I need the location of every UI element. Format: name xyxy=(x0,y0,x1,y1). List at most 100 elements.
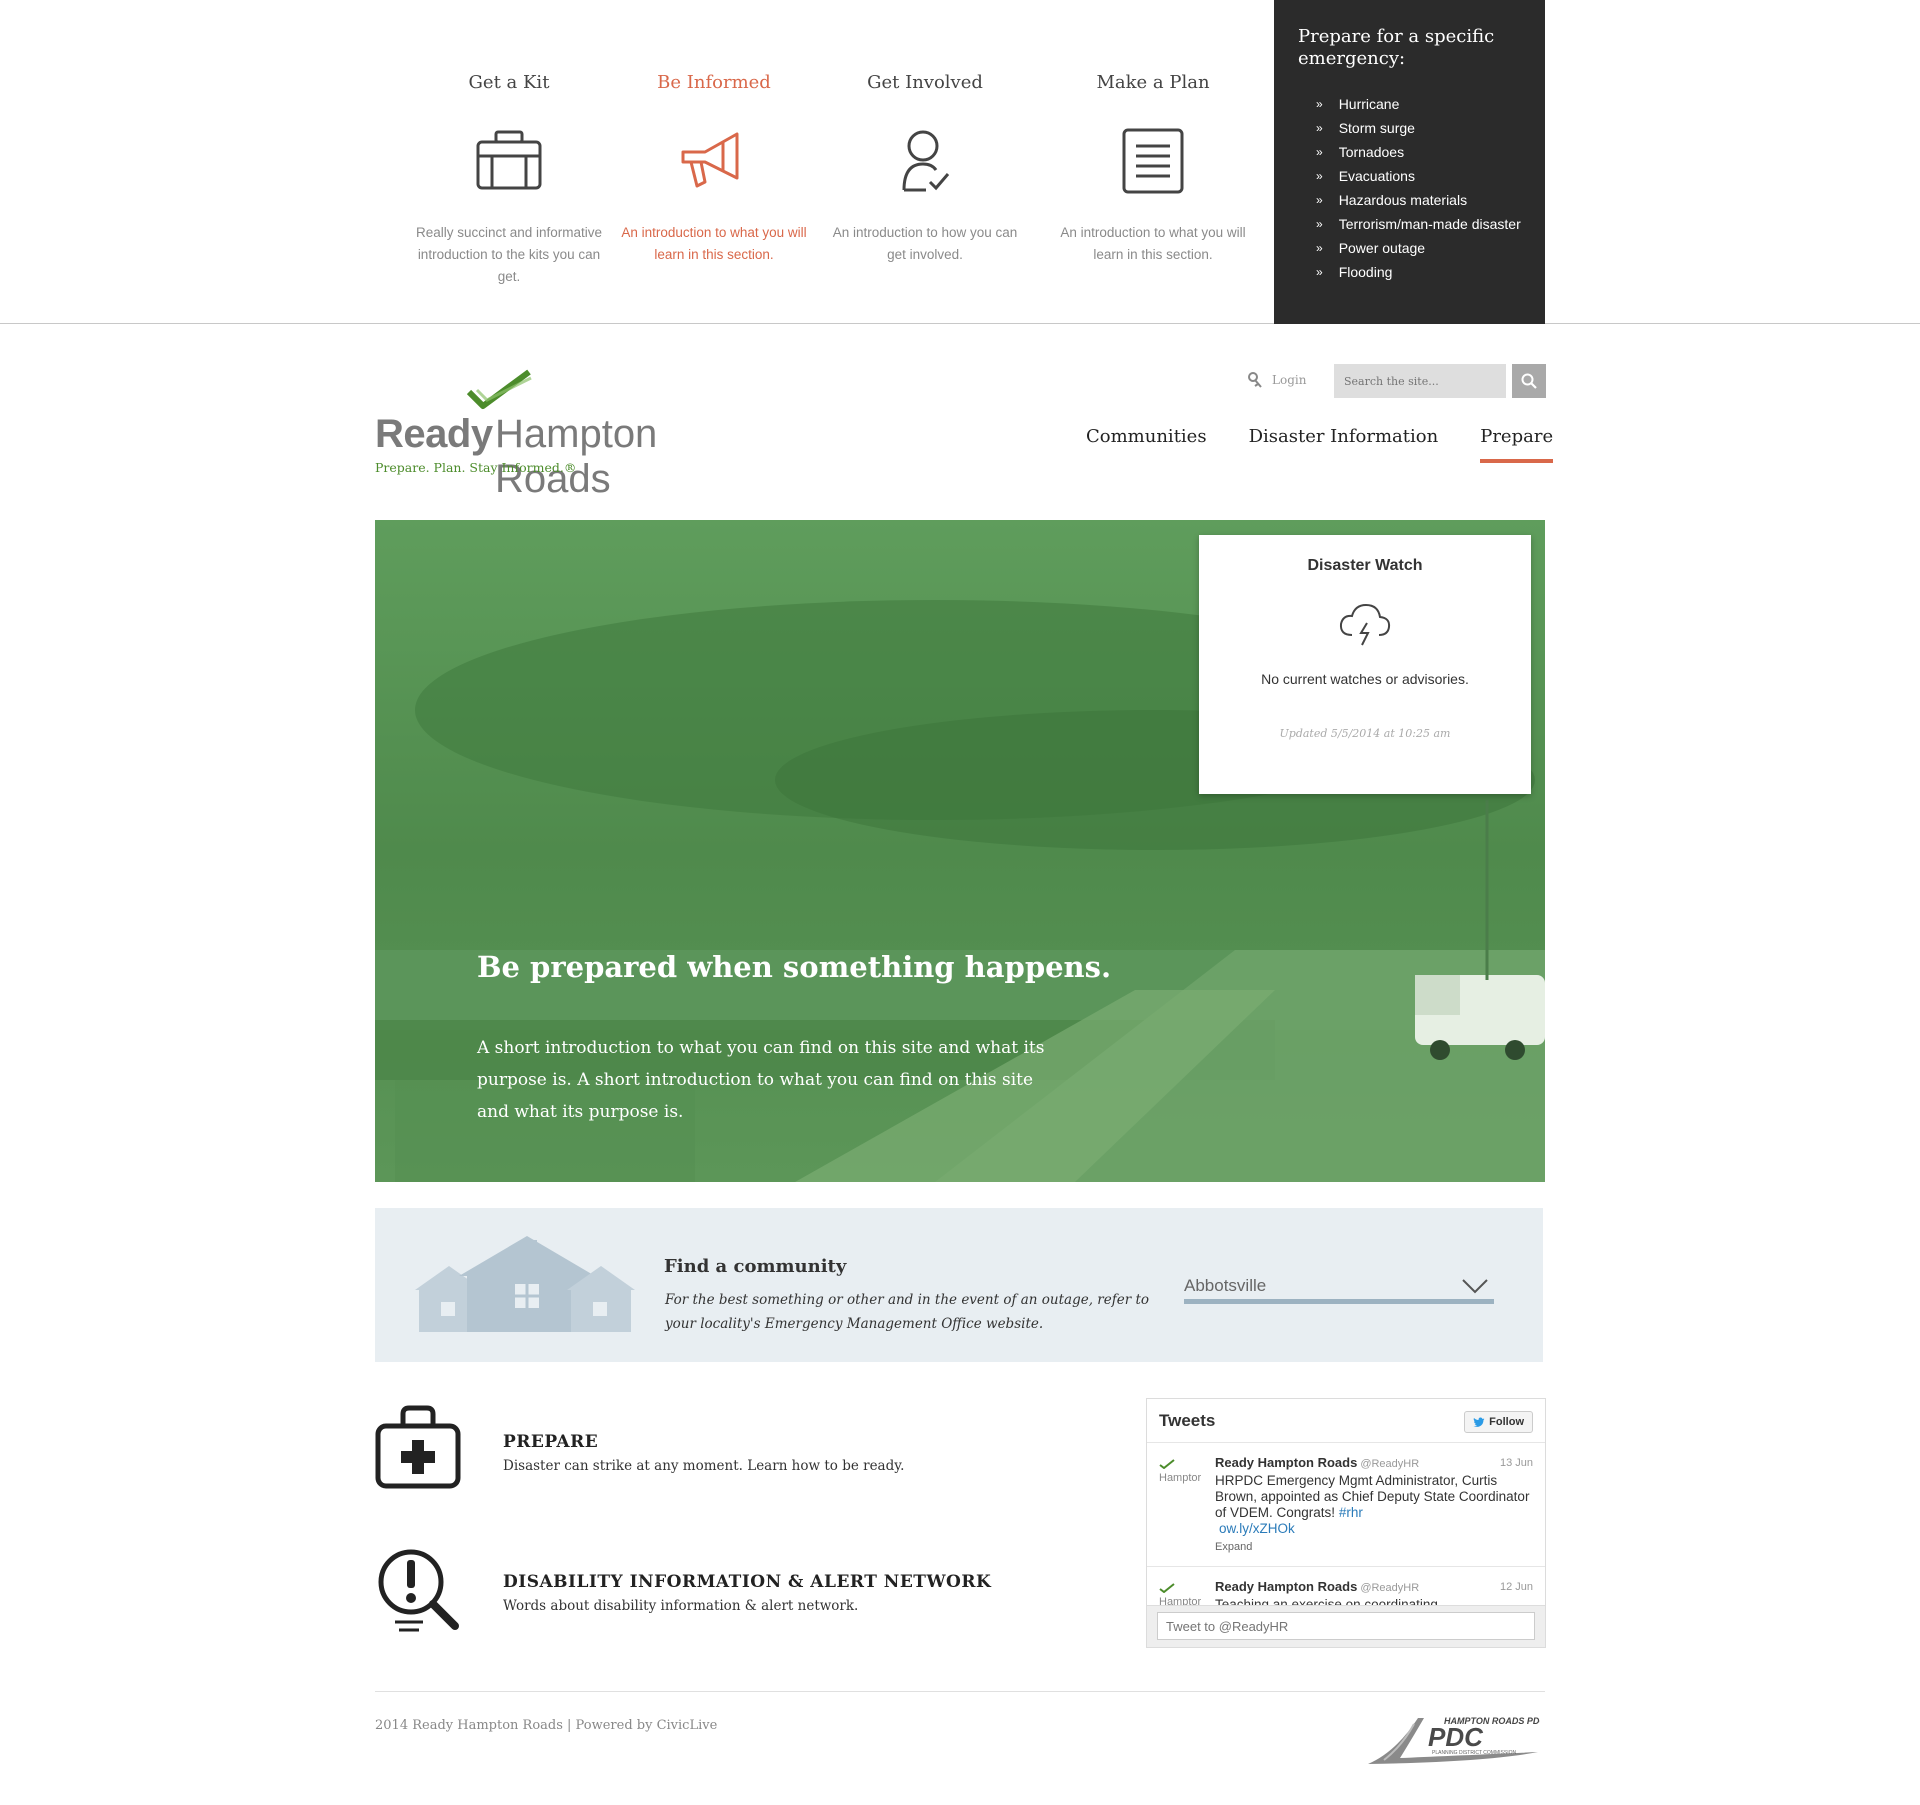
nav-communities[interactable]: Communities xyxy=(1086,426,1207,463)
emergency-link-hurricane[interactable]: » Hurricane xyxy=(1298,92,1521,116)
find-community-section: Find a community For the best something … xyxy=(375,1208,1543,1362)
search-form xyxy=(1334,364,1546,398)
emergency-label[interactable]: Hazardous materials xyxy=(1339,188,1467,212)
tweet-item[interactable]: Hamptor Ready Hampton Roads @ReadyHR 13 J… xyxy=(1147,1443,1545,1567)
follow-button[interactable]: Follow xyxy=(1464,1411,1533,1433)
menu-title[interactable]: Be Informed xyxy=(609,72,819,96)
follow-label[interactable]: Follow xyxy=(1489,1416,1524,1428)
tweet-handle[interactable]: @ReadyHR xyxy=(1360,1582,1419,1594)
feature-disability-alert-network[interactable]: DISABILITY INFORMATION & ALERT NETWORK W… xyxy=(375,1546,1075,1646)
tweet-hashtag[interactable]: #rhr xyxy=(1339,1505,1363,1520)
disaster-watch-message: No current watches or advisories. xyxy=(1261,671,1469,687)
logo-tagline: Prepare. Plan. Stay Informed.® xyxy=(375,460,577,475)
nav-disaster-information[interactable]: Disaster Information xyxy=(1249,426,1439,463)
pdc-logo-subtitle: PLANNING DISTRICT COMMISSION xyxy=(1432,1750,1516,1756)
tweet-date[interactable]: 12 Jun xyxy=(1500,1581,1533,1593)
hampton-roads-pdc-logo[interactable]: HAMPTON ROADS PDC PDC PLANNING DISTRICT … xyxy=(1366,1712,1540,1768)
menu-column-be-informed[interactable]: Be Informed An introduction to what you … xyxy=(609,72,819,266)
tweet-handle[interactable]: @ReadyHR xyxy=(1360,1458,1419,1470)
tweet-author[interactable]: Ready Hampton Roads @ReadyHR xyxy=(1215,1455,1419,1470)
menu-description: An introduction to how you can get invol… xyxy=(832,225,1018,262)
footer-credits: 2014 Ready Hampton Roads | Powered by Ci… xyxy=(375,1718,718,1733)
alert-magnifier-icon xyxy=(378,1549,459,1632)
nav-prepare[interactable]: Prepare xyxy=(1480,426,1554,463)
emergency-link-hazardous-materials[interactable]: » Hazardous materials xyxy=(1298,188,1521,212)
tweet-compose-input[interactable] xyxy=(1157,1612,1535,1640)
menu-title[interactable]: Make a Plan xyxy=(1048,72,1258,96)
find-community-title: Find a community xyxy=(664,1256,847,1277)
feature-title[interactable]: PREPARE xyxy=(503,1432,598,1452)
bullet-icon: » xyxy=(1316,241,1323,255)
bullet-icon: » xyxy=(1316,97,1323,111)
footer-divider xyxy=(375,1691,1545,1692)
search-input[interactable] xyxy=(1334,364,1506,398)
bullet-icon: » xyxy=(1316,121,1323,135)
toolbox-icon xyxy=(476,130,542,190)
site-logo[interactable]: Ready Hampton Roads Prepare. Plan. Stay … xyxy=(375,368,755,501)
tweet-expand-link[interactable]: Expand xyxy=(1215,1541,1252,1553)
menu-column-get-involved[interactable]: Get Involved An introduction to how you … xyxy=(820,72,1030,266)
emergency-label[interactable]: Hurricane xyxy=(1339,92,1400,116)
emergency-link-storm-surge[interactable]: » Storm surge xyxy=(1298,116,1521,140)
checkmark-logo-icon xyxy=(1159,1583,1175,1594)
community-selected-value[interactable]: Abbotsville xyxy=(1184,1276,1266,1296)
login-label[interactable]: Login xyxy=(1272,373,1306,387)
checkmark-logo-icon xyxy=(467,369,532,409)
hero-text: A short introduction to what you can fin… xyxy=(477,1038,1045,1122)
emergency-link-flooding[interactable]: » Flooding xyxy=(1298,260,1521,284)
emergency-label[interactable]: Flooding xyxy=(1339,260,1393,284)
menu-column-get-a-kit[interactable]: Get a Kit Really succinct and informativ… xyxy=(404,72,614,288)
tweets-title: Tweets xyxy=(1159,1411,1216,1430)
person-check-icon xyxy=(902,130,950,192)
emergency-label[interactable]: Terrorism/man-made disaster xyxy=(1339,212,1521,236)
emergency-label[interactable]: Storm surge xyxy=(1339,116,1415,140)
bullet-icon: » xyxy=(1316,169,1323,183)
emergency-list: » Hurricane » Storm surge » Tornadoes » Evac… xyxy=(1298,92,1521,284)
avatar-label: Hamptor xyxy=(1159,1472,1202,1484)
search-button[interactable] xyxy=(1512,364,1546,398)
tweet-date[interactable]: 13 Jun xyxy=(1500,1457,1533,1469)
tweet-compose xyxy=(1147,1605,1545,1647)
logo-ready: Ready xyxy=(375,412,493,456)
emergency-link-tornadoes[interactable]: » Tornadoes xyxy=(1298,140,1521,164)
bullet-icon: » xyxy=(1316,193,1323,207)
bullet-icon: » xyxy=(1316,145,1323,159)
find-community-description: For the best something or other and in t… xyxy=(665,1292,1150,1332)
tweet-avatar[interactable]: Hamptor xyxy=(1159,1459,1207,1484)
tweet-link[interactable]: ow.ly/xZHOk xyxy=(1219,1521,1533,1537)
emergency-link-terrorism[interactable]: » Terrorism/man-made disaster xyxy=(1298,212,1521,236)
menu-title[interactable]: Get Involved xyxy=(820,72,1030,96)
emergency-label[interactable]: Tornadoes xyxy=(1339,140,1404,164)
megaphone-icon xyxy=(681,132,739,188)
svg-text:PDC: PDC xyxy=(1428,1722,1484,1752)
community-select[interactable]: Abbotsville xyxy=(1184,1268,1494,1304)
emergency-link-evacuations[interactable]: » Evacuations xyxy=(1298,164,1521,188)
main-nav: Communities Disaster Information Prepare xyxy=(1086,426,1554,463)
login-link[interactable]: Login xyxy=(1248,372,1306,388)
feature-prepare[interactable]: PREPARE Disaster can strike at any momen… xyxy=(375,1404,1075,1504)
tweet-author-name[interactable]: Ready Hampton Roads xyxy=(1215,1579,1357,1594)
houses-icon xyxy=(415,1236,635,1332)
twitter-widget: Tweets Follow Hamptor Ready Hampton Road… xyxy=(1146,1398,1546,1648)
emergency-link-power-outage[interactable]: » Power outage xyxy=(1298,236,1521,260)
mega-menu: Get a Kit Really succinct and informativ… xyxy=(0,0,1920,324)
menu-title[interactable]: Get a Kit xyxy=(404,72,614,96)
first-aid-kit-icon xyxy=(375,1405,461,1489)
twitter-bird-icon xyxy=(1473,1417,1485,1427)
bullet-icon: » xyxy=(1316,265,1323,279)
feature-description: Disaster can strike at any moment. Learn… xyxy=(503,1458,905,1474)
tweet-author-name[interactable]: Ready Hampton Roads xyxy=(1215,1455,1357,1470)
feature-title[interactable]: DISABILITY INFORMATION & ALERT NETWORK xyxy=(503,1572,991,1592)
menu-column-make-a-plan[interactable]: Make a Plan An introduction to what you … xyxy=(1048,72,1258,266)
disaster-watch-title: Disaster Watch xyxy=(1307,557,1423,574)
tweet-text: HRPDC Emergency Mgmt Administrator, Curt… xyxy=(1215,1473,1533,1537)
menu-description: An introduction to what you will learn i… xyxy=(1060,225,1246,262)
emergency-label[interactable]: Power outage xyxy=(1339,236,1425,260)
menu-description: Really succinct and informative introduc… xyxy=(415,225,603,284)
search-icon xyxy=(1521,373,1537,389)
tweet-author[interactable]: Ready Hampton Roads @ReadyHR xyxy=(1215,1579,1419,1594)
emergency-label[interactable]: Evacuations xyxy=(1339,164,1415,188)
chevron-down-icon xyxy=(1462,1279,1488,1294)
bullet-icon: » xyxy=(1316,217,1323,231)
document-list-icon xyxy=(1122,128,1184,194)
